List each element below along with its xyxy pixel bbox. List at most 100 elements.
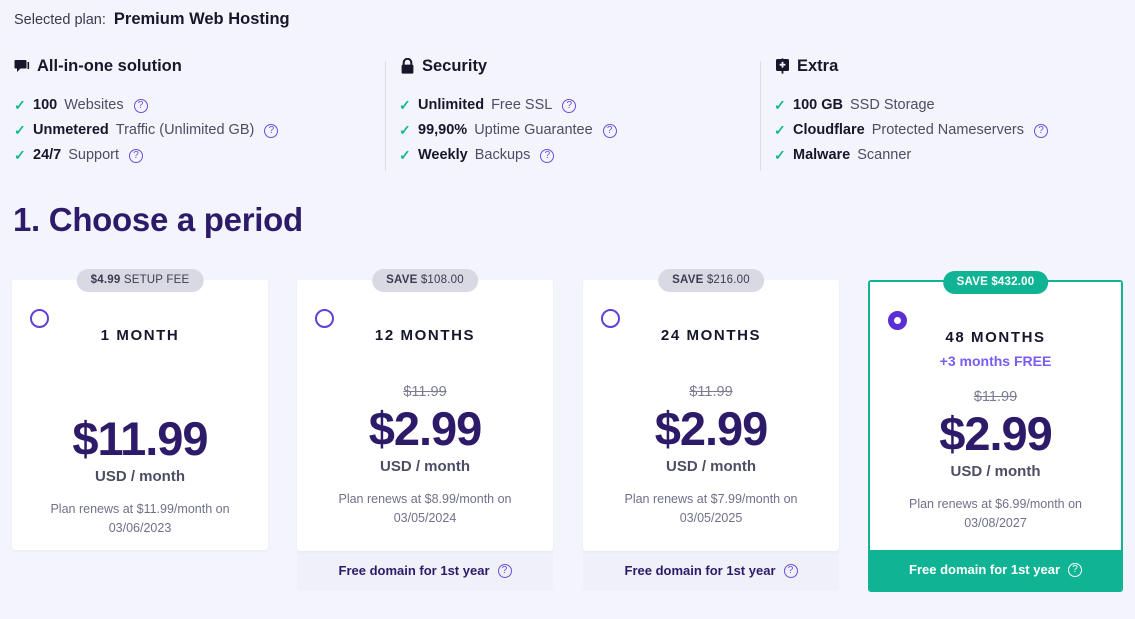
feature-rest: Support [68, 147, 120, 163]
card-body: 24 MONTHS $11.99 $2.99 USD / month Plan … [583, 280, 839, 551]
free-domain-label: Free domain for 1st year [909, 562, 1060, 577]
feature-strong: Malware [793, 147, 851, 163]
period-card-24-months[interactable]: SAVE $216.00 24 MONTHS $11.99 $2.99 USD … [583, 269, 839, 591]
feature-item: ✓ Unlimited Free SSL ? [399, 93, 750, 118]
help-icon[interactable]: ? [783, 563, 798, 578]
card-outer: $4.99 SETUP FEE 1 MONTH $11.99 USD / mon… [12, 269, 268, 550]
help-icon[interactable]: ? [497, 563, 512, 578]
check-icon: ✓ [399, 147, 411, 163]
renewal-line-2: 03/05/2025 [679, 511, 743, 525]
feature-strong: Weekly [418, 147, 468, 163]
renewal-line-1: Plan renews at $8.99/month on [338, 492, 512, 506]
period-radio[interactable] [601, 309, 620, 328]
check-icon: ✓ [14, 147, 26, 163]
renewal-line-2: 03/06/2023 [108, 521, 172, 535]
feature-item: ✓ 99,90% Uptime Guarantee ? [399, 118, 750, 143]
feature-item: ✓ 100 GB SSD Storage [774, 93, 1125, 118]
price-value: $11.99 [72, 412, 208, 465]
feature-group-title: Extra [797, 56, 839, 75]
feature-columns: All-in-one solution ✓ 100 Websites ? ✓ U… [0, 55, 1135, 175]
feature-group-title: All-in-one solution [37, 56, 182, 75]
renewal-line-1: Plan renews at $11.99/month on [50, 502, 230, 516]
feature-list: ✓ 100 GB SSD Storage ✓ Cloudflare Protec… [774, 93, 1125, 168]
feature-group-security: Security ✓ Unlimited Free SSL ? ✓ 99,90%… [385, 55, 760, 175]
badge-rest: $432.00 [987, 276, 1035, 288]
selected-plan-bar: Selected plan: Premium Web Hosting [14, 10, 290, 29]
help-icon[interactable]: ? [562, 98, 577, 113]
help-icon[interactable]: ? [602, 123, 617, 138]
card-outer: SAVE $216.00 24 MONTHS $11.99 $2.99 USD … [583, 269, 839, 591]
price-value: $2.99 [939, 407, 1053, 460]
feature-item: ✓ Unmetered Traffic (Unlimited GB) ? [14, 118, 375, 143]
price-zone: $11.99 USD / month Plan renews at $11.99… [26, 411, 254, 538]
old-price: $11.99 [973, 389, 1018, 405]
badge-bold: SAVE [386, 274, 418, 286]
feature-list: ✓ Unlimited Free SSL ? ✓ 99,90% Uptime G… [399, 93, 750, 168]
feature-rest: SSD Storage [849, 97, 935, 113]
price-value: $2.99 [654, 402, 769, 455]
feature-rest: Backups [474, 147, 531, 163]
feature-rest: Websites [64, 97, 124, 113]
check-icon: ✓ [399, 97, 411, 113]
help-icon[interactable]: ? [1034, 123, 1049, 138]
feature-strong: 100 GB [793, 97, 843, 113]
free-domain-footer: Free domain for 1st year ? [297, 551, 553, 591]
price-value: $2.99 [368, 402, 483, 455]
period-term: 12 MONTHS [374, 327, 476, 344]
feature-item: ✓ Weekly Backups ? [399, 143, 750, 168]
help-icon[interactable]: ? [129, 148, 144, 163]
price-zone: $11.99 $2.99 USD / month Plan renews at … [884, 388, 1107, 533]
help-icon[interactable]: ? [264, 123, 279, 138]
badge-rest: $216.00 [703, 274, 750, 286]
period-card-1-month[interactable]: $4.99 SETUP FEE 1 MONTH $11.99 USD / mon… [12, 269, 268, 550]
check-icon: ✓ [14, 122, 26, 138]
chat-bubble-icon [14, 58, 31, 75]
period-term: 1 MONTH [100, 327, 180, 344]
feature-group-heading: All-in-one solution [14, 55, 375, 77]
period-radio[interactable] [315, 309, 334, 328]
selected-plan-value: Premium Web Hosting [113, 10, 290, 28]
feature-item: ✓ Malware Scanner [774, 143, 1125, 168]
selected-plan-label: Selected plan: [14, 12, 106, 28]
period-radio[interactable] [30, 309, 49, 328]
period-cards: $4.99 SETUP FEE 1 MONTH $11.99 USD / mon… [0, 269, 1135, 619]
feature-strong: 24/7 [33, 147, 62, 163]
renewal-note: Plan renews at $11.99/month on 03/06/202… [26, 500, 254, 538]
help-icon[interactable]: ? [540, 148, 555, 163]
feature-strong: 100 [33, 97, 58, 113]
price-unit: USD / month [380, 458, 470, 475]
free-domain-label: Free domain for 1st year [624, 563, 776, 578]
badge-bold: $4.99 [90, 274, 121, 286]
price-zone: $11.99 $2.99 USD / month Plan renews at … [311, 383, 539, 528]
renewal-note: Plan renews at $6.99/month on 03/08/2027 [884, 495, 1107, 533]
help-icon[interactable]: ? [133, 98, 148, 113]
plus-box-icon [774, 58, 791, 75]
old-price: $11.99 [403, 384, 447, 400]
free-domain-footer: Free domain for 1st year ? [870, 550, 1121, 590]
status-badge: SAVE $216.00 [658, 269, 764, 292]
card-outer-selected: SAVE $432.00 48 MONTHS +3 months FREE $1… [868, 271, 1123, 592]
feature-rest: Uptime Guarantee [474, 122, 593, 138]
check-icon: ✓ [774, 122, 786, 138]
price-zone: $11.99 $2.99 USD / month Plan renews at … [597, 383, 825, 528]
period-term: 48 MONTHS [945, 329, 1046, 346]
period-card-48-months[interactable]: SAVE $432.00 48 MONTHS +3 months FREE $1… [868, 271, 1123, 592]
price-unit: USD / month [950, 463, 1041, 480]
renewal-line-2: 03/05/2024 [393, 511, 457, 525]
feature-group-all-in-one: All-in-one solution ✓ 100 Websites ? ✓ U… [0, 55, 385, 175]
renewal-note: Plan renews at $8.99/month on 03/05/2024 [311, 490, 539, 528]
free-domain-footer: Free domain for 1st year ? [583, 551, 839, 591]
status-badge: SAVE $432.00 [942, 271, 1049, 294]
price-unit: USD / month [666, 458, 756, 475]
period-radio-selected[interactable] [888, 311, 907, 330]
card-body: 12 MONTHS $11.99 $2.99 USD / month Plan … [297, 280, 553, 551]
period-card-12-months[interactable]: SAVE $108.00 12 MONTHS $11.99 $2.99 USD … [297, 269, 553, 591]
help-icon[interactable]: ? [1068, 562, 1082, 577]
check-icon: ✓ [774, 147, 786, 163]
feature-strong: Unmetered [33, 122, 109, 138]
check-icon: ✓ [774, 97, 786, 113]
feature-group-title: Security [422, 56, 488, 75]
badge-bold: SAVE [956, 276, 988, 288]
bonus-months-label: +3 months FREE [939, 353, 1052, 369]
check-icon: ✓ [399, 122, 411, 138]
